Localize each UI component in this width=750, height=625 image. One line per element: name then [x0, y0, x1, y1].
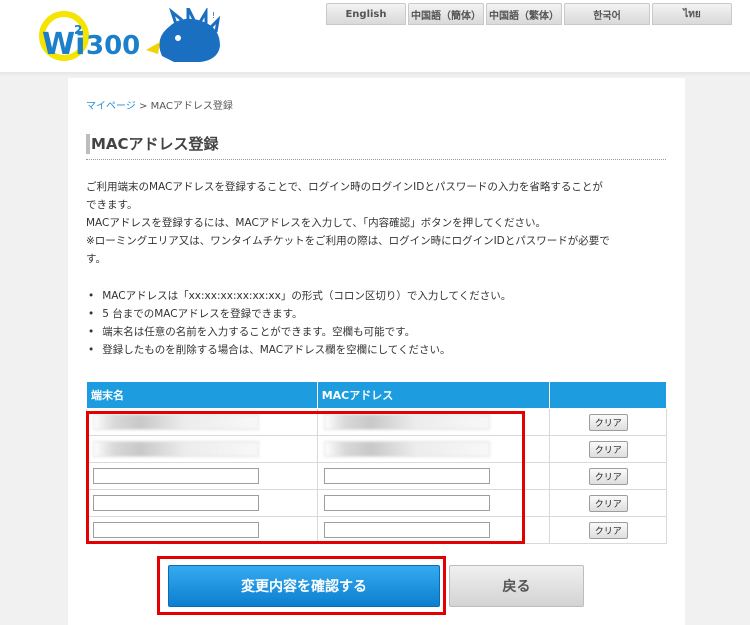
description-line: できます。	[86, 199, 138, 211]
instruction-item: 登録したものを削除する場合は、MACアドレス欄を空欄にしてください。	[86, 341, 668, 359]
description: ご利用端末のMACアドレスを登録することで、ログイン時のログインIDとパスワード…	[86, 178, 668, 268]
clear-cell: クリア	[549, 408, 667, 436]
instruction-item: 5 台までのMACアドレスを登録できます。	[86, 305, 668, 323]
page-title: MACアドレス登録	[91, 135, 219, 153]
description-line: す。	[86, 253, 106, 265]
highlight-frame-table	[86, 411, 525, 544]
instruction-list: MACアドレスは「xx:xx:xx:xx:xx:xx」の形式（コロン区切り）で入…	[86, 287, 668, 359]
breadcrumb: マイページ > MACアドレス登録	[86, 97, 233, 112]
column-header-device-name: 端末名	[86, 381, 318, 409]
breadcrumb-mypage-link[interactable]: マイページ	[86, 101, 136, 112]
site-header: Wi 2 300 ! English 中国語（簡体） 中国語（繁体） 한국어 ไทย	[0, 0, 750, 72]
svg-text:!: !	[212, 11, 215, 20]
wi2-300-logo[interactable]: Wi 2 300 !	[30, 8, 230, 68]
breadcrumb-separator: >	[139, 101, 148, 112]
back-button[interactable]: 戻る	[449, 565, 584, 607]
clear-button[interactable]: クリア	[588, 413, 628, 431]
language-button-0[interactable]: English	[326, 3, 406, 25]
table-header-row: 端末名 MACアドレス	[86, 381, 667, 409]
highlight-frame-button	[157, 556, 446, 615]
svg-text:300: 300	[86, 31, 140, 61]
language-switcher: English 中国語（簡体） 中国語（繁体） 한국어 ไทย	[326, 3, 734, 25]
description-line: MACアドレスを登録するには、MACアドレスを入力して、「内容確認」ボタンを押し…	[86, 217, 547, 229]
right-margin	[685, 78, 750, 625]
clear-cell: クリア	[549, 462, 667, 490]
clear-button[interactable]: クリア	[588, 521, 628, 539]
page-title-block: MACアドレス登録	[86, 128, 666, 160]
breadcrumb-current: MACアドレス登録	[150, 101, 233, 112]
clear-button[interactable]: クリア	[588, 467, 628, 485]
clear-cell: クリア	[549, 516, 667, 544]
left-margin	[0, 78, 68, 625]
description-line: ※ローミングエリア又は、ワンタイムチケットをご利用の際は、ログイン時にログインI…	[86, 235, 610, 247]
language-button-2[interactable]: 中国語（繁体）	[486, 3, 562, 25]
language-button-1[interactable]: 中国語（簡体）	[408, 3, 484, 25]
instruction-item: MACアドレスは「xx:xx:xx:xx:xx:xx」の形式（コロン区切り）で入…	[86, 287, 668, 305]
clear-button[interactable]: クリア	[588, 494, 628, 512]
title-accent-bar	[86, 134, 90, 154]
language-button-3[interactable]: 한국어	[564, 3, 650, 25]
instruction-item: 端末名は任意の名前を入力することができます。空欄も可能です。	[86, 323, 668, 341]
clear-cell: クリア	[549, 435, 667, 463]
column-header-mac-address: MACアドレス	[316, 381, 551, 409]
svg-text:2: 2	[74, 23, 82, 37]
clear-button[interactable]: クリア	[588, 440, 628, 458]
clear-cell: クリア	[549, 489, 667, 517]
description-line: ご利用端末のMACアドレスを登録することで、ログイン時のログインIDとパスワード…	[86, 181, 603, 193]
column-header-actions	[549, 381, 667, 409]
language-button-4[interactable]: ไทย	[652, 3, 732, 25]
